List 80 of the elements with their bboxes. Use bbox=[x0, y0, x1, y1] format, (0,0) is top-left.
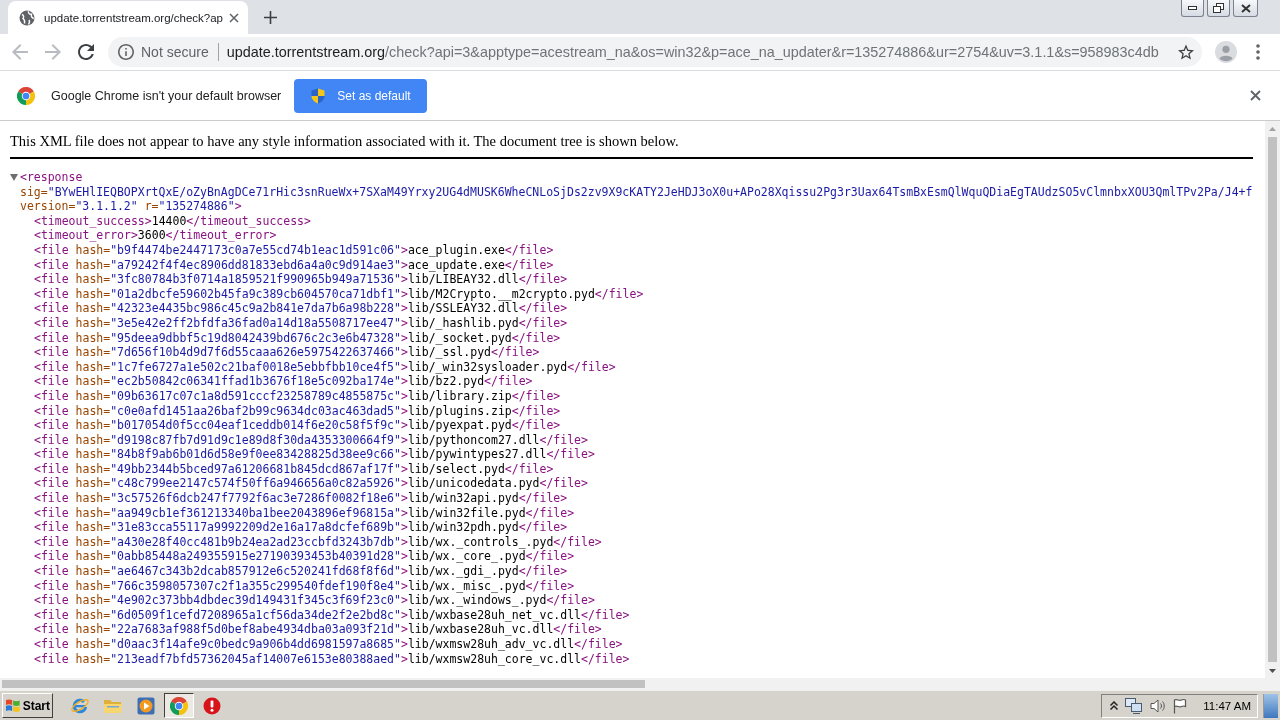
xml-line: <file hash="c0e0afd1451aa26baf2b99c9634dc03ac463dad5">lib/plugins.zip</file> bbox=[34, 403, 561, 419]
show-desktop-button[interactable] bbox=[1263, 693, 1278, 718]
xml-line: <file hash="213eadf7bfd57362045af14007e6153e80388aed">lib/wxmsw28uh_core_vc.dll</file> bbox=[34, 651, 630, 667]
xml-line: sig="BYwEHlIEQBOPXrtQxE/oZyBnAgDCe71rHic3snRueWx+7SXaM49Yrxy2UG4dMUSK6WheCNLoSjDs2zv9X9cKATY2JeHDJ3oX0u+APo28Xqissu2Pg3r3Uax64TsmBxEsmQlWquQDiaEgTAUdzSO5vClmnbxXOU3QmlTPv2Pa/J4+f bbox=[20, 184, 1253, 200]
close-window-button[interactable] bbox=[1233, 0, 1258, 17]
xml-line: <file hash="ae6467c343b2dcab857912e6c520241fd68f8f6d">lib/wx._gdi_.pyd</file> bbox=[34, 564, 568, 579]
xml-line: <file hash="d9198c87fb7d91d9c1e89d8f30da4353300664f9">lib/pythoncom27.dll</file> bbox=[34, 432, 588, 448]
xml-line: <file hash="b017054d0f5cc04eaf1ceddb014f6e20c58f5f9c">lib/pyexpat.pyd</file> bbox=[34, 418, 561, 433]
taskbar-button[interactable] bbox=[164, 693, 194, 718]
browser-logo-icon bbox=[170, 696, 188, 715]
restore-button[interactable] bbox=[1207, 0, 1230, 17]
close-icon[interactable] bbox=[229, 12, 239, 23]
flag-icon[interactable] bbox=[1173, 697, 1188, 714]
exclamation-circle-icon bbox=[203, 696, 221, 715]
xml-line: <file hash="aa949cb1ef361213340ba1bee2043896ef96815a">lib/win32file.pyd</file> bbox=[34, 505, 575, 521]
globe-icon bbox=[19, 9, 35, 26]
minimize-button[interactable] bbox=[1181, 0, 1204, 17]
security-label[interactable]: Not secure bbox=[141, 44, 209, 60]
infobar-message: Google Chrome isn't your default browser bbox=[51, 88, 282, 103]
xml-line: <file hash="d0aac3f14afe9c0bedc9a906b4dd6981597a8685">lib/wxmsw28uh_adv_vc.dll</file> bbox=[34, 637, 623, 652]
xml-line: <file hash="42323e4435bc986c45c9a2b841e7da7b6a98b228">lib/SSLEAY32.dll</file> bbox=[34, 301, 568, 316]
scrollbar-thumb[interactable] bbox=[1268, 137, 1277, 662]
forward-arrow-icon bbox=[45, 44, 61, 60]
xml-line: <file hash="7d656f10b4d9d7f6d55caaa626e5975422637466">lib/_ssl.pyd</file> bbox=[34, 345, 540, 360]
browser-logo-icon bbox=[17, 86, 35, 105]
xml-line: <file hash="3c57526f6dcb247f7792f6ac3e7286f0082f18e6">lib/win32api.pyd</file> bbox=[34, 491, 568, 506]
xml-line: <file hash="95deea9dbbf5c19d8042439bd676c2c3e6b47328">lib/_socket.pyd</file> bbox=[34, 330, 561, 346]
minimize-icon bbox=[1188, 6, 1197, 10]
scroll-down-arrow-icon[interactable] bbox=[1269, 669, 1276, 673]
xml-style-notice: This XML file does not appear to have any style information associated with it. The document tree is shown below. bbox=[10, 121, 1253, 159]
star-icon[interactable] bbox=[1178, 44, 1194, 60]
speaker-icon[interactable] bbox=[1150, 697, 1167, 714]
xml-line: <timeout_success>14400</timeout_success> bbox=[34, 213, 311, 229]
xml-line: version="3.1.1.2" r="135274886"> bbox=[20, 199, 242, 214]
xml-line: <file hash="6d0509f1cefd7208965a1cf56da34de2f2e2bd8c">lib/wxbase28uh_net_vc.dll</file> bbox=[34, 607, 630, 623]
info-icon[interactable] bbox=[118, 44, 134, 60]
xml-line: <file hash="ec2b50842c06341ffad1b3676f18e5c092ba174e">lib/bz2.pyd</file> bbox=[34, 374, 533, 389]
xml-line: <file hash="b9f4474be2447173c0a7e55cd74b1eac1d591c06">ace_plugin.exe</file> bbox=[34, 242, 554, 258]
e-globe-icon bbox=[70, 696, 90, 715]
url-text: update.torrentstream.org/check?api=3&apptype=acestream_na&os=win32&p=ace_na_updater&r=135274886&ur=2754&uv=3.1.1&s=958983c4db bbox=[226, 44, 1159, 60]
chevron-up-icon[interactable] bbox=[1110, 701, 1119, 710]
xml-line: <file hash="0abb85448a249355915e27190393453b40391d28">lib/wx._core_.pyd</file> bbox=[34, 549, 575, 565]
reload-icon bbox=[78, 44, 94, 60]
plus-icon[interactable] bbox=[264, 10, 277, 24]
close-icon bbox=[1240, 3, 1251, 13]
xml-line: <file hash="4e902c373bb4dbdec39d149431f345c3f69f23c0">lib/wx._windows_.pyd</file> bbox=[34, 593, 595, 608]
menu-icon[interactable] bbox=[1256, 44, 1260, 60]
xml-line: <file hash="09b63617c07c1a8d591cccf23258789c4855875c">lib/library.zip</file> bbox=[34, 388, 561, 404]
xml-line: <file hash="766c3598057307c2f1a355c299540fdef190f8e4">lib/wx._misc_.pyd</file> bbox=[34, 578, 575, 594]
shield-icon bbox=[311, 87, 326, 104]
xml-line: <file hash="49bb2344b5bced97a61206681b845dcd867af17f">lib/select.pyd</file> bbox=[34, 461, 554, 477]
avatar-icon[interactable] bbox=[1215, 41, 1237, 63]
scrollbar-thumb[interactable] bbox=[2, 680, 645, 688]
xml-line: <file hash="3fc80784b3f0714a1859521f990965b949a71536">lib/LIBEAY32.dll</file> bbox=[34, 272, 568, 287]
folder-icon bbox=[103, 697, 123, 714]
address-bar[interactable]: Not secure update.torrentstream.org/check?api=3&apptype=acestream_na&os=win32&p=ace_na_updater&r=135274886&ur=2754&uv=3.1.1&s=958983c4db bbox=[108, 37, 1202, 67]
xml-line: <file hash="a79242f4f4ec8906dd81833ebd6a4a0c9d914ae3">ace_update.exe</file> bbox=[34, 257, 554, 273]
disclosure-triangle-icon[interactable] bbox=[10, 174, 18, 181]
xml-line: <file hash="3e5e42e2ff2bfdfa36fad0a14d18a5508717ee47">lib/_hashlib.pyd</file> bbox=[34, 315, 568, 331]
back-arrow-icon bbox=[12, 44, 28, 60]
xml-line: <file hash="a430e28f40cc481b9b24ea2ad23ccbfd3243b7db">lib/wx._controls_.pyd</file> bbox=[34, 534, 602, 550]
browser-tab[interactable]: update.torrentstream.org/check?ap bbox=[8, 1, 248, 34]
xml-line: <file hash="1c7fe6727a1e502c21baf0018e5ebbfbb10ce4f5">lib/_win32sysloader.pyd</file> bbox=[34, 359, 616, 375]
xml-line: <response bbox=[20, 170, 83, 185]
set-default-button[interactable]: Set as default bbox=[294, 78, 427, 113]
start-button[interactable]: Start bbox=[2, 693, 53, 718]
horizontal-scrollbar[interactable] bbox=[0, 678, 1280, 690]
network-icon[interactable] bbox=[1125, 697, 1144, 714]
windows-flag-icon bbox=[5, 698, 21, 713]
xml-line: <file hash="22a7683af988f5d0bef8abe4934dba03a093f21d">lib/wxbase28uh_vc.dll</file> bbox=[34, 622, 602, 637]
xml-line: <file hash="31e83cca55117a9992209d2e16a17a8dcfef689b">lib/win32pdh.pyd</file> bbox=[34, 520, 568, 535]
vertical-scrollbar[interactable] bbox=[1265, 121, 1280, 678]
close-icon[interactable] bbox=[1250, 90, 1261, 101]
play-icon bbox=[137, 696, 155, 715]
xml-line: <file hash="01a2dbcfe59602b45fa9c389cb604570ca71dbf1">lib/M2Crypto.__m2crypto.pyd</file> bbox=[34, 286, 644, 302]
restore-icon bbox=[1213, 3, 1224, 13]
xml-line: <file hash="84b8f9ab6b01d6d58e9f0ee83428825d38ee9c66">lib/pywintypes27.dll</file> bbox=[34, 447, 595, 462]
xml-line: <timeout_error>3600</timeout_error> bbox=[34, 228, 277, 243]
clock[interactable]: 11:47 AM bbox=[1203, 699, 1251, 712]
xml-line: <file hash="c48c799ee2147c574f50ff6a946656a0c82a5926">lib/unicodedata.pyd</file> bbox=[34, 476, 588, 492]
